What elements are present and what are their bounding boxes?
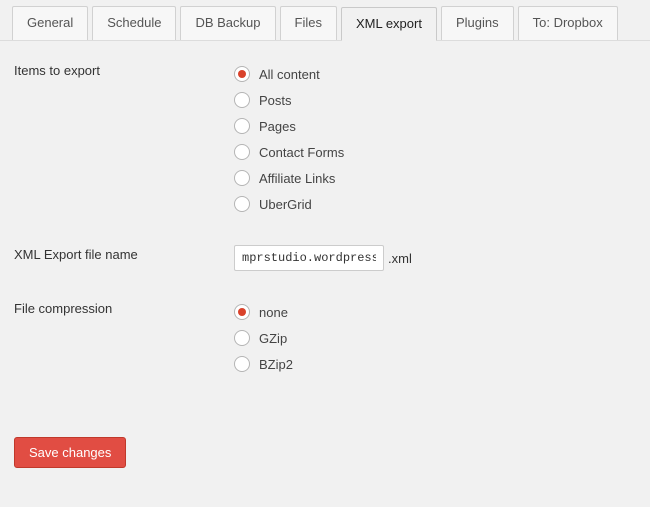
filename-suffix: .xml xyxy=(388,251,412,266)
items-option-label: Posts xyxy=(259,93,292,108)
compression-option[interactable]: none xyxy=(234,299,636,325)
compression-option-label: BZip2 xyxy=(259,357,293,372)
tab-plugins[interactable]: Plugins xyxy=(441,6,514,40)
row-filename: XML Export file name .xml xyxy=(14,245,636,271)
radio-icon[interactable] xyxy=(234,144,250,160)
items-option[interactable]: Posts xyxy=(234,87,636,113)
radio-icon[interactable] xyxy=(234,170,250,186)
items-option[interactable]: UberGrid xyxy=(234,191,636,217)
xml-export-form: Items to export All content Posts Pages Con… xyxy=(0,41,650,419)
tab-general[interactable]: General xyxy=(12,6,88,40)
tab-schedule[interactable]: Schedule xyxy=(92,6,176,40)
items-option-label: All content xyxy=(259,67,320,82)
tab-xml-export[interactable]: XML export xyxy=(341,7,437,41)
compression-label: File compression xyxy=(14,299,234,316)
compression-radio-group: none GZip BZip2 xyxy=(234,299,636,377)
filename-input[interactable] xyxy=(234,245,384,271)
compression-option-label: none xyxy=(259,305,288,320)
items-option[interactable]: Affiliate Links xyxy=(234,165,636,191)
radio-icon[interactable] xyxy=(234,304,250,320)
filename-control: .xml xyxy=(234,245,636,271)
compression-option[interactable]: BZip2 xyxy=(234,351,636,377)
items-option-label: Pages xyxy=(259,119,296,134)
tab-db-backup[interactable]: DB Backup xyxy=(180,6,275,40)
filename-label: XML Export file name xyxy=(14,245,234,262)
row-compression: File compression none GZip BZip2 xyxy=(14,299,636,377)
items-radio-group: All content Posts Pages Contact Forms Affili… xyxy=(234,61,636,217)
tab-to-dropbox[interactable]: To: Dropbox xyxy=(518,6,618,40)
items-label: Items to export xyxy=(14,61,234,78)
compression-option-label: GZip xyxy=(259,331,287,346)
items-option-label: Contact Forms xyxy=(259,145,344,160)
items-option-label: Affiliate Links xyxy=(259,171,335,186)
save-button[interactable]: Save changes xyxy=(14,437,126,468)
radio-icon[interactable] xyxy=(234,356,250,372)
radio-icon[interactable] xyxy=(234,330,250,346)
radio-icon[interactable] xyxy=(234,66,250,82)
row-items-to-export: Items to export All content Posts Pages Con… xyxy=(14,61,636,217)
tab-files[interactable]: Files xyxy=(280,6,337,40)
items-option[interactable]: Contact Forms xyxy=(234,139,636,165)
compression-option[interactable]: GZip xyxy=(234,325,636,351)
items-option[interactable]: Pages xyxy=(234,113,636,139)
radio-icon[interactable] xyxy=(234,196,250,212)
items-option-label: UberGrid xyxy=(259,197,312,212)
radio-icon[interactable] xyxy=(234,118,250,134)
items-option[interactable]: All content xyxy=(234,61,636,87)
tab-bar: GeneralScheduleDB BackupFilesXML exportP… xyxy=(0,0,650,41)
radio-icon[interactable] xyxy=(234,92,250,108)
save-row: Save changes xyxy=(0,419,650,468)
